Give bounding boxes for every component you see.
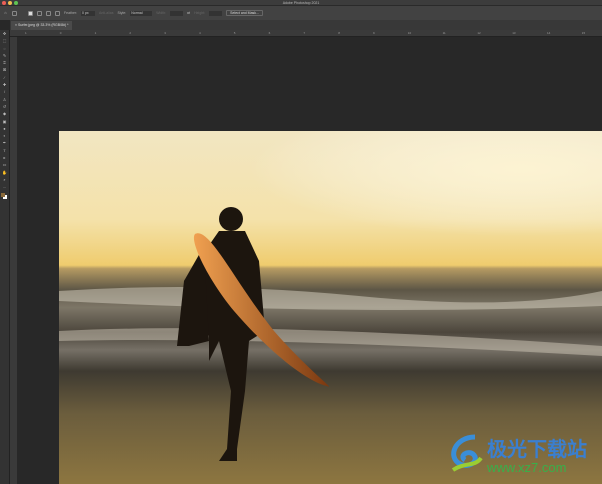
ruler-tick-label: 4 <box>199 31 201 35</box>
feather-label: Feather: <box>64 11 78 15</box>
ruler-tick-label: 7 <box>303 31 306 35</box>
feather-input[interactable]: 0 px <box>81 10 96 16</box>
history-brush-tool-icon[interactable]: ↺ <box>2 104 7 109</box>
healing-tool-icon[interactable]: ✚ <box>2 83 7 87</box>
height-input[interactable] <box>209 10 223 16</box>
swap-icon[interactable]: ⇄ <box>187 11 190 15</box>
lasso-tool-icon[interactable]: ◌ <box>2 46 7 51</box>
document-tab-bar: × Surfer.jpeg @ 33.3% (RGB/8#) * <box>10 20 602 30</box>
ruler-tick-label: 1 <box>25 31 27 35</box>
style-select[interactable]: Normal <box>130 10 153 16</box>
ruler-tick-label: 8 <box>338 31 340 35</box>
new-selection-icon[interactable] <box>28 10 33 16</box>
document-tab-label: Surfer.jpeg @ 33.3% (RGB/8#) * <box>18 23 69 27</box>
frame-tool-icon[interactable]: ⊠ <box>2 68 7 72</box>
width-input[interactable] <box>170 10 184 16</box>
close-tab-icon[interactable]: × <box>15 23 17 27</box>
stamp-tool-icon[interactable]: ♙ <box>2 97 7 102</box>
hand-tool-icon[interactable]: ✋ <box>2 170 7 175</box>
ruler-tick-label: 5 <box>233 31 236 35</box>
gradient-tool-icon[interactable]: ▣ <box>2 119 7 124</box>
add-selection-icon[interactable] <box>37 10 42 16</box>
intersect-selection-icon[interactable] <box>55 10 60 16</box>
type-tool-icon[interactable]: T <box>2 148 7 153</box>
ruler-tick-label: 0 <box>59 31 62 35</box>
ruler-tick-label: 15 <box>581 31 586 35</box>
toolbar: ✥ ⬚ ◌ ✎ ⌗ ⊠ ⁄ ✚ / ♙ ↺ ◆ ▣ ● ◐ ✒ T ▸ ▭ ✋ ⌕ … <box>0 30 10 484</box>
blur-tool-icon[interactable]: ● <box>2 126 7 131</box>
ruler-tick-label: 11 <box>442 31 446 35</box>
style-label: Style: <box>117 11 127 15</box>
ruler-tick-label: 2 <box>129 31 132 35</box>
quick-select-tool-icon[interactable]: ✎ <box>2 53 7 58</box>
watermark-swirl-icon <box>451 434 483 472</box>
ruler-tick-label: 10 <box>407 31 412 35</box>
select-and-mask-button[interactable]: Select and Mask... <box>226 10 263 16</box>
options-bar: ⌂ Feather: 0 px Anti-alias Style: Normal… <box>0 6 602 20</box>
crop-tool-icon[interactable]: ⌗ <box>2 61 7 65</box>
vertical-ruler <box>10 37 17 484</box>
rectangle-tool-icon[interactable]: ▭ <box>2 163 7 167</box>
dodge-tool-icon[interactable]: ◐ <box>2 134 7 138</box>
marquee-preset-icon[interactable] <box>12 10 17 16</box>
antialias-checkbox[interactable]: Anti-alias <box>99 11 113 15</box>
color-swatches[interactable] <box>1 192 8 200</box>
ruler-tick-label: 12 <box>477 31 481 35</box>
ruler-tick-label: 14 <box>547 31 551 35</box>
ruler-tick-label: 3 <box>164 31 166 35</box>
watermark-url: www.xz7.com <box>487 460 567 475</box>
ruler-tick-label: 9 <box>373 31 375 35</box>
zoom-tool-icon[interactable]: ⌕ <box>2 177 7 182</box>
foreground-color-swatch[interactable] <box>1 192 5 197</box>
height-label: Height: <box>194 11 206 15</box>
pen-tool-icon[interactable]: ✒ <box>2 141 7 145</box>
more-tool-icon[interactable]: … <box>2 185 7 189</box>
brush-tool-icon[interactable]: / <box>2 90 7 94</box>
document-tab[interactable]: × Surfer.jpeg @ 33.3% (RGB/8#) * <box>11 21 73 30</box>
home-icon[interactable]: ⌂ <box>3 11 8 15</box>
watermark-name: 极光下载站 <box>487 439 587 461</box>
marquee-tool-icon[interactable]: ⬚ <box>2 39 7 43</box>
eraser-tool-icon[interactable]: ◆ <box>2 112 7 116</box>
horizontal-ruler: 1 0 1 2 3 4 5 6 7 8 9 10 11 12 13 14 15 <box>10 30 602 37</box>
ruler-tick-label: 1 <box>94 31 97 35</box>
ruler-tick-label: 6 <box>268 31 271 35</box>
width-label: Width: <box>156 11 167 15</box>
ruler-tick-label: 13 <box>512 31 516 35</box>
eyedropper-tool-icon[interactable]: ⁄ <box>2 75 7 80</box>
subtract-selection-icon[interactable] <box>46 10 51 16</box>
watermark-logo: 极光下载站 www.xz7.com <box>445 432 595 478</box>
move-tool-icon[interactable]: ✥ <box>2 32 7 36</box>
path-select-tool-icon[interactable]: ▸ <box>2 156 7 160</box>
